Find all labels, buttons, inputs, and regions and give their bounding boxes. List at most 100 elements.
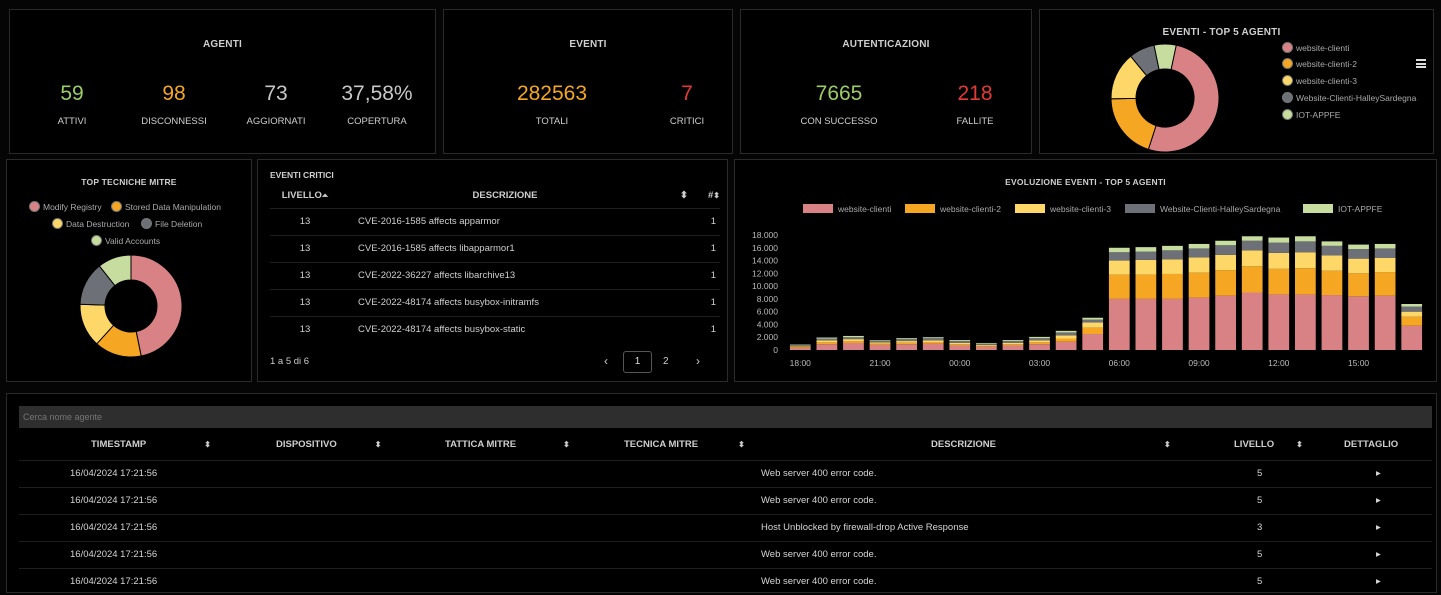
donut-slice[interactable] [1110, 97, 1157, 151]
chart-bar-segment[interactable] [1108, 298, 1130, 350]
pagination-page-2[interactable]: 2 [663, 356, 669, 367]
chart-bar-segment[interactable] [1162, 259, 1183, 274]
table-row[interactable]: 16/04/2024 17:21:56 Web server 400 error … [19, 459, 1432, 487]
expand-chevron-icon[interactable]: ▸ [1316, 486, 1432, 514]
chart-bar-segment[interactable] [1188, 257, 1210, 273]
chart-bar-segment[interactable] [1082, 319, 1104, 323]
chart-bar-segment[interactable] [896, 342, 917, 345]
chart-bar-segment[interactable] [1374, 295, 1396, 350]
chart-bar-segment[interactable] [976, 346, 997, 350]
chart-bar-segment[interactable] [1348, 244, 1369, 250]
chart-bar-segment[interactable] [1321, 241, 1343, 246]
legend-item-website-clienti-3[interactable]: website-clienti-3 [1282, 75, 1357, 86]
chart-bar-segment[interactable] [1401, 306, 1423, 312]
chart-bar-segment[interactable] [976, 342, 997, 344]
chart-bar-segment[interactable] [1374, 243, 1396, 249]
chart-bar-segment[interactable] [1401, 311, 1423, 317]
chart-bar-segment[interactable] [1401, 325, 1423, 350]
chart-bar-segment[interactable] [1321, 270, 1343, 296]
chart-bar-segment[interactable] [1029, 344, 1050, 350]
chart-bar-segment[interactable] [1188, 248, 1210, 258]
chart-bar-segment[interactable] [1321, 295, 1343, 350]
col-descrizione[interactable]: DESCRIZIONE ⬍ [761, 430, 1198, 460]
chart-bar-segment[interactable] [1108, 252, 1130, 261]
chart-bar-segment[interactable] [1241, 240, 1263, 251]
chart-bar-segment[interactable] [1188, 243, 1210, 249]
chart-bar-segment[interactable] [1162, 245, 1183, 251]
expand-chevron-icon[interactable]: ▸ [1316, 567, 1432, 595]
chart-bar-segment[interactable] [843, 335, 864, 338]
chart-bar-segment[interactable] [1055, 338, 1077, 342]
table-row[interactable]: 13 CVE-2022-48174 affects busybox-static 1 [270, 315, 720, 343]
expand-chevron-icon[interactable]: ▸ [1316, 459, 1432, 487]
chart-bar-segment[interactable] [1348, 273, 1369, 297]
col-timestamp[interactable]: TIMESTAMP ⬍ [19, 430, 239, 460]
chart-bar-segment[interactable] [922, 342, 944, 344]
col-dispositivo[interactable]: DISPOSITIVO ⬍ [239, 430, 407, 460]
chart-bar-segment[interactable] [843, 339, 864, 342]
chart-bar-segment[interactable] [1108, 247, 1130, 253]
chart-bar-segment[interactable] [1135, 298, 1157, 350]
table-row[interactable]: 16/04/2024 17:21:56 Web server 400 error … [19, 486, 1432, 514]
col-tattica[interactable]: TATTICA MITRE ⬍ [407, 430, 582, 460]
chart-bar-segment[interactable] [816, 340, 838, 343]
chart-bar-segment[interactable] [789, 346, 811, 347]
chart-bar-segment[interactable] [1374, 258, 1396, 273]
chart-bar-segment[interactable] [1374, 272, 1396, 296]
chart-bar-segment[interactable] [1055, 341, 1077, 350]
chart-bar-segment[interactable] [789, 344, 811, 346]
chart-bar-segment[interactable] [896, 339, 917, 342]
chart-bar-segment[interactable] [1135, 274, 1157, 299]
chart-bar-segment[interactable] [896, 338, 917, 340]
chart-bar-segment[interactable] [816, 338, 838, 341]
chart-bar-segment[interactable] [1162, 298, 1183, 350]
chart-bar-segment[interactable] [1082, 327, 1104, 335]
col-livello[interactable]: LIVELLO⏶ [270, 184, 340, 208]
table-row[interactable]: 13 CVE-2022-36227 affects libarchive13 1 [270, 261, 720, 289]
legend-item-website-clienti[interactable]: website-clienti [1282, 42, 1349, 53]
chart-bar-segment[interactable] [1188, 297, 1210, 350]
chart-bar-segment[interactable] [949, 341, 971, 343]
legend-item-iot-appfe[interactable]: IOT-APPFE [1282, 109, 1340, 120]
col-livello[interactable]: LIVELLO ⬍ [1198, 430, 1316, 460]
chart-bar-segment[interactable] [896, 344, 917, 350]
chart-bar-segment[interactable] [1215, 245, 1236, 255]
chart-bar-segment[interactable] [922, 337, 944, 339]
chart-bar-segment[interactable] [1241, 266, 1263, 293]
chart-bar-segment[interactable] [789, 346, 811, 348]
chart-bar-segment[interactable] [1162, 273, 1183, 299]
chart-bar-segment[interactable] [922, 340, 944, 343]
chart-bar-segment[interactable] [1268, 242, 1290, 253]
chart-bar-segment[interactable] [816, 344, 838, 350]
table-row[interactable]: 16/04/2024 17:21:56 Web server 400 error … [19, 540, 1432, 568]
chart-bar-segment[interactable] [1135, 247, 1157, 252]
chart-bar-segment[interactable] [949, 345, 971, 350]
chart-bar-segment[interactable] [1268, 294, 1290, 350]
chart-bar-segment[interactable] [1055, 330, 1077, 333]
chart-bar-segment[interactable] [869, 342, 891, 344]
legend-item-halleysardegna[interactable]: Website-Clienti-HalleySardegna [1282, 92, 1416, 103]
chart-bar-segment[interactable] [1135, 251, 1157, 260]
chart-bar-segment[interactable] [1029, 340, 1050, 343]
chart-bar-segment[interactable] [1082, 334, 1104, 350]
chart-bar-segment[interactable] [1215, 295, 1236, 350]
chart-bar-segment[interactable] [976, 343, 997, 345]
chart-bar-segment[interactable] [949, 340, 971, 342]
chart-bar-segment[interactable] [1002, 341, 1024, 343]
chart-bar-segment[interactable] [789, 345, 811, 347]
chart-bar-segment[interactable] [1082, 322, 1104, 328]
chart-bar-segment[interactable] [869, 344, 891, 350]
legend-item-stored-data-manipulation[interactable]: Stored Data Manipulation [111, 201, 221, 212]
chart-bar-segment[interactable] [896, 341, 917, 343]
legend-item-data-destruction[interactable]: Data Destruction [52, 218, 129, 229]
sort-icon[interactable]: ⬍ [670, 184, 698, 208]
chart-bar-segment[interactable] [1348, 296, 1369, 350]
expand-chevron-icon[interactable]: ▸ [1316, 540, 1432, 568]
chart-bar-segment[interactable] [1268, 252, 1290, 269]
chart-bar-segment[interactable] [1108, 260, 1130, 275]
chart-bar-segment[interactable] [1295, 268, 1316, 295]
legend-item-file-deletion[interactable]: File Deletion [141, 218, 202, 229]
chart-bar-segment[interactable] [1002, 342, 1024, 345]
chart-bar-segment[interactable] [1002, 340, 1024, 342]
chart-bar-segment[interactable] [1215, 270, 1236, 296]
